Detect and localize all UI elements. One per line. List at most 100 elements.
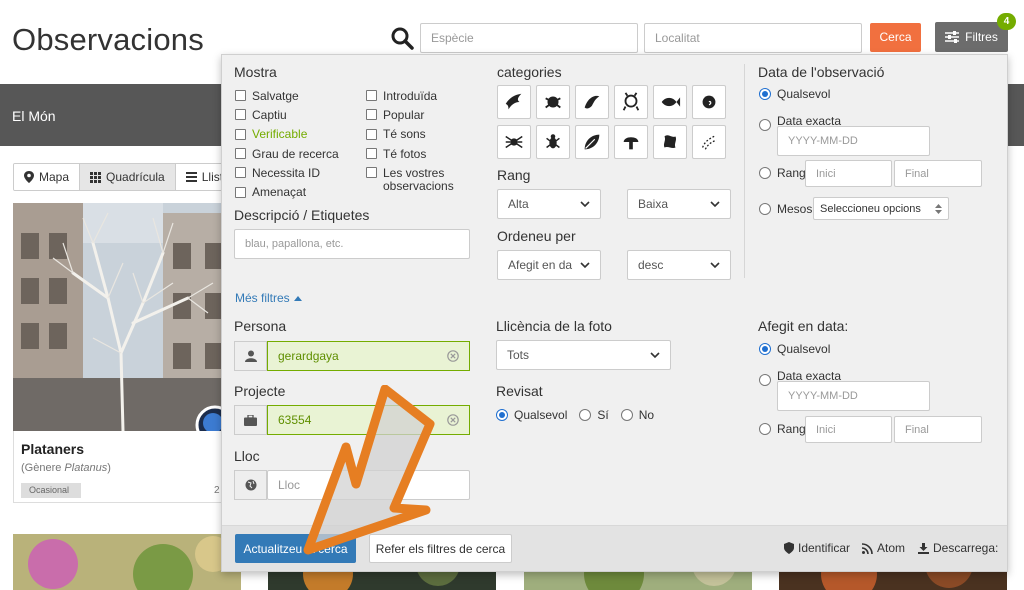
- observation-photo-2[interactable]: [13, 534, 241, 590]
- location-input[interactable]: [644, 23, 862, 53]
- exact-date-input[interactable]: YYYY-MM-DD: [777, 126, 930, 156]
- show-option-checkbox[interactable]: Té sons: [366, 125, 454, 144]
- date-range-radio[interactable]: Rang: [759, 166, 806, 180]
- reviewed-no-radio[interactable]: No: [620, 408, 654, 422]
- filters-button[interactable]: Filtres: [935, 22, 1008, 52]
- observation-title[interactable]: Plataners: [21, 441, 84, 457]
- checkbox-box[interactable]: [235, 109, 246, 121]
- filters-label: Filtres: [965, 30, 998, 44]
- bird-icon[interactable]: [497, 85, 531, 119]
- search-icon[interactable]: [390, 26, 414, 50]
- reptile-icon[interactable]: [575, 85, 609, 119]
- obs-date-title: Data de l'observació: [758, 64, 885, 80]
- checkbox-box[interactable]: [235, 148, 246, 160]
- checkbox-box[interactable]: [235, 167, 246, 179]
- added-start-input[interactable]: Inici: [805, 416, 892, 443]
- amphibian-icon[interactable]: [536, 85, 570, 119]
- mollusk-icon[interactable]: [692, 85, 726, 119]
- grid-icon: [90, 171, 102, 183]
- place-name[interactable]: El Món: [12, 108, 56, 124]
- checkbox-box[interactable]: [366, 109, 377, 121]
- license-title: Llicència de la foto: [496, 318, 612, 334]
- show-option-checkbox[interactable]: Captiu: [235, 105, 339, 124]
- chevron-down-icon: [580, 262, 590, 269]
- show-option-checkbox[interactable]: Necessita ID: [235, 163, 339, 182]
- added-any-radio[interactable]: Qualsevol: [759, 342, 830, 356]
- description-input[interactable]: blau, papallona, etc.: [234, 229, 470, 259]
- added-exact-input[interactable]: YYYY-MM-DD: [777, 381, 930, 411]
- reviewed-any-radio[interactable]: Qualsevol: [496, 408, 567, 422]
- show-option-checkbox[interactable]: Amenaçat: [235, 182, 339, 201]
- observation-photo[interactable]: [13, 203, 233, 431]
- added-range-radio[interactable]: Rang: [759, 422, 806, 436]
- range-start-input[interactable]: Inici: [805, 160, 892, 187]
- briefcase-icon: [234, 405, 267, 435]
- show-option-checkbox[interactable]: Verificable: [235, 125, 339, 144]
- person-title: Persona: [234, 318, 287, 334]
- plant-icon[interactable]: [575, 125, 609, 159]
- show-option-checkbox[interactable]: Grau de recerca: [235, 144, 339, 163]
- globe-icon: [234, 470, 267, 500]
- caret-up-icon: [293, 296, 302, 301]
- protozoa-icon[interactable]: [653, 125, 687, 159]
- show-right-list: Introduïda Popular Té sons Té fotos Les vost…: [366, 86, 454, 193]
- observation-date: 2: [214, 485, 220, 496]
- download-link[interactable]: Descarrega:: [918, 541, 998, 555]
- range-end-input[interactable]: Final: [894, 160, 982, 187]
- date-any-radio[interactable]: Qualsevol: [759, 87, 830, 101]
- order-direction-select[interactable]: desc: [627, 250, 731, 280]
- checkbox-box[interactable]: [366, 128, 377, 140]
- search-button[interactable]: Cerca: [870, 23, 921, 52]
- reviewed-options: Qualsevol Sí No: [496, 408, 654, 422]
- shield-icon: [784, 542, 794, 554]
- fish-icon[interactable]: [653, 85, 687, 119]
- show-option-checkbox[interactable]: Popular: [366, 105, 454, 124]
- filters-count-badge: 4: [997, 13, 1016, 30]
- show-option-checkbox[interactable]: Salvatge: [235, 86, 339, 105]
- show-option-continuation: observacions: [383, 179, 454, 194]
- map-marker-icon: [24, 171, 34, 183]
- checkbox-box[interactable]: [235, 186, 246, 198]
- checkbox-box[interactable]: [366, 167, 377, 179]
- added-end-input[interactable]: Final: [894, 416, 982, 443]
- category-grid: [497, 85, 737, 159]
- observation-taxon: (Gènere Platanus): [21, 462, 111, 474]
- rank-title: Rang: [497, 167, 531, 183]
- species-input[interactable]: [420, 23, 638, 53]
- rank-low-select[interactable]: Baixa: [627, 189, 731, 219]
- show-option-checkbox[interactable]: Té fotos: [366, 144, 454, 163]
- mammal-icon[interactable]: [614, 85, 648, 119]
- radio-unselected: [759, 119, 771, 131]
- order-title: Ordeneu per: [497, 228, 576, 244]
- clear-icon[interactable]: [447, 350, 459, 362]
- person-input[interactable]: gerardgaya: [267, 341, 470, 371]
- fungi-icon[interactable]: [614, 125, 648, 159]
- checkbox-box[interactable]: [235, 128, 246, 140]
- checkbox-box[interactable]: [366, 90, 377, 102]
- atom-link[interactable]: Atom: [862, 541, 905, 555]
- rank-high-select[interactable]: Alta: [497, 189, 601, 219]
- tab-map[interactable]: Mapa: [14, 164, 81, 190]
- annotation-arrow-icon: [303, 385, 435, 555]
- show-option-checkbox[interactable]: Introduïda: [366, 86, 454, 105]
- tab-grid[interactable]: Quadrícula: [80, 164, 176, 190]
- checkbox-box[interactable]: [235, 90, 246, 102]
- project-title: Projecte: [234, 383, 286, 399]
- reviewed-yes-radio[interactable]: Sí: [579, 408, 609, 422]
- description-title: Descripció / Etiquetes: [234, 207, 370, 223]
- months-select[interactable]: Seleccioneu opcions: [813, 197, 949, 220]
- unknown-icon[interactable]: [692, 125, 726, 159]
- page-title: Observacions: [12, 22, 204, 57]
- order-by-select[interactable]: Afegit en da: [497, 250, 601, 280]
- place-title: Lloc: [234, 448, 260, 464]
- sliders-icon: [945, 31, 960, 43]
- insect-icon[interactable]: [536, 125, 570, 159]
- license-select[interactable]: Tots: [496, 340, 671, 370]
- checkbox-box[interactable]: [366, 148, 377, 160]
- radio-selected: [759, 88, 771, 100]
- arachnid-icon[interactable]: [497, 125, 531, 159]
- more-filters-toggle[interactable]: Més filtres: [235, 291, 302, 305]
- months-radio[interactable]: Mesos: [759, 202, 812, 216]
- chevron-down-icon: [580, 201, 590, 208]
- identify-link[interactable]: Identificar: [784, 541, 850, 555]
